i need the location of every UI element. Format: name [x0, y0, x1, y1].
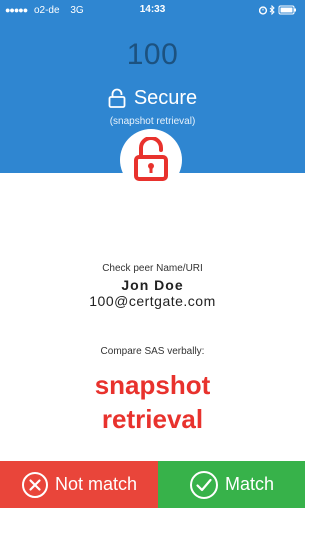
x-circle-icon — [21, 471, 48, 498]
battery-icon — [278, 5, 296, 15]
call-security-screen: ●●●●● o2-de 3G 14:33 100 Secure (snapsho… — [0, 0, 305, 535]
not-match-button[interactable]: Not match — [0, 461, 158, 508]
security-status: Secure — [0, 85, 305, 111]
peer-name: Jon Doe — [121, 277, 184, 293]
unlocked-padlock-icon — [134, 137, 168, 181]
peer-uri: 100@certgate.com — [89, 293, 216, 309]
status-icons — [259, 5, 296, 15]
security-status-label: Secure — [133, 86, 198, 109]
padlock-icon — [108, 88, 126, 108]
sas-line-1: snapshot — [94, 370, 211, 400]
bluetooth-icon — [269, 5, 275, 15]
lock-badge — [120, 129, 182, 191]
status-bar: ●●●●● o2-de 3G 14:33 — [0, 0, 305, 20]
bottom-bar — [0, 508, 305, 535]
status-right — [259, 5, 297, 15]
security-detail: (snapshot retrieval) — [109, 116, 196, 127]
check-circle-icon — [189, 470, 218, 499]
not-match-label: Not match — [54, 474, 138, 494]
sas-line-2: retrieval — [101, 404, 204, 434]
peer-count: 100 — [126, 38, 179, 71]
peer-check-label: Check peer Name/URI — [102, 263, 203, 274]
sas-value: snapshot retrieval — [0, 368, 305, 436]
alarm-icon — [259, 6, 268, 15]
match-label: Match — [224, 474, 275, 494]
match-button[interactable]: Match — [158, 461, 305, 508]
sas-label: Compare SAS verbally: — [100, 346, 205, 357]
